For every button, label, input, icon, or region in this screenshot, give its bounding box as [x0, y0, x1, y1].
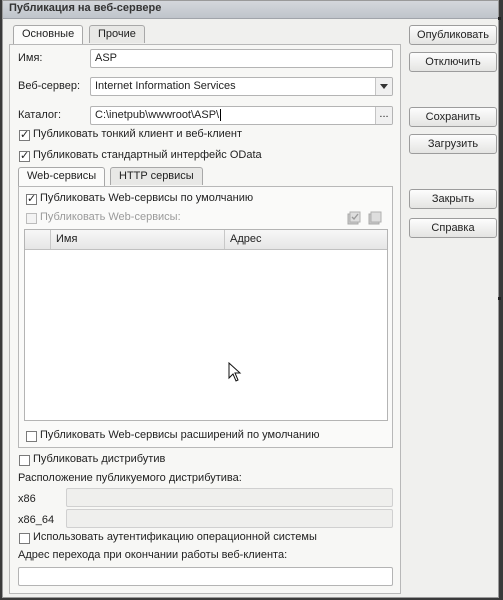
- name-input[interactable]: ASP: [90, 49, 393, 68]
- check-icon: ✓: [27, 192, 37, 205]
- window-title: Публикация на веб-сервере: [9, 2, 162, 14]
- x86-label: x86: [18, 493, 36, 505]
- tab-http-services-label: HTTP сервисы: [119, 170, 194, 182]
- catalog-value: C:\inetpub\wwwroot\ASP\: [95, 109, 220, 121]
- uncheck-all-icon[interactable]: [368, 211, 382, 225]
- default-publish-label: Публиковать Web-сервисы по умолчанию: [40, 192, 254, 204]
- check-icon: ✓: [20, 128, 30, 141]
- extensions-checkbox[interactable]: [26, 431, 37, 442]
- server-value: Internet Information Services: [95, 80, 236, 92]
- publish-services-label: Публиковать Web-сервисы:: [40, 211, 181, 223]
- table-header: Имя Адрес: [25, 230, 387, 250]
- redirect-label: Адрес перехода при окончании работы веб-…: [18, 549, 288, 561]
- extensions-label: Публиковать Web-сервисы расширений по ум…: [40, 429, 320, 441]
- publish-services-checkbox[interactable]: [26, 213, 37, 224]
- os-auth-checkbox[interactable]: [19, 533, 30, 544]
- tab-other[interactable]: Прочие: [89, 25, 145, 43]
- check-all-icon[interactable]: [347, 211, 361, 225]
- thin-client-checkbox[interactable]: ✓: [19, 128, 30, 141]
- x86-64-label: x86_64: [18, 514, 55, 526]
- text-caret: ​: [220, 109, 222, 121]
- distrib-label: Публиковать дистрибутив: [33, 453, 166, 465]
- web-services-table[interactable]: Имя Адрес: [24, 229, 388, 421]
- tab-main-label: Основные: [22, 28, 75, 40]
- close-button[interactable]: Закрыть: [409, 189, 497, 209]
- redirect-input[interactable]: [18, 567, 393, 586]
- tab-other-label: Прочие: [98, 28, 136, 40]
- publish-dialog: Публикация на веб-сервере Основные Прочи…: [2, 0, 501, 598]
- tab-web-services-label: Web-сервисы: [27, 170, 97, 182]
- x86-64-input[interactable]: [66, 509, 393, 528]
- tab-http-services[interactable]: HTTP сервисы: [110, 167, 203, 185]
- resize-grip-mid: [498, 297, 501, 300]
- default-publish-checkbox[interactable]: ✓: [26, 192, 37, 205]
- mouse-pointer-icon: [228, 362, 242, 382]
- publish-button[interactable]: Опубликовать: [409, 25, 497, 45]
- distrib-checkbox[interactable]: [19, 455, 30, 466]
- name-label: Имя:: [18, 52, 43, 64]
- name-value: ASP: [95, 52, 118, 64]
- server-label: Веб-сервер:: [18, 80, 81, 92]
- distrib-location-label: Расположение публикуемого дистрибутива:: [18, 472, 242, 484]
- check-icon: ✓: [20, 149, 30, 162]
- tab-main[interactable]: Основные: [13, 25, 84, 45]
- header-check-column: [25, 230, 51, 249]
- load-button[interactable]: Загрузить: [409, 134, 497, 154]
- os-auth-label: Использовать аутентификацию операционной…: [33, 531, 317, 543]
- thin-client-label: Публиковать тонкий клиент и веб-клиент: [33, 128, 243, 140]
- help-button[interactable]: Справка: [409, 218, 497, 238]
- header-name[interactable]: Имя: [51, 230, 225, 249]
- catalog-label: Каталог:: [18, 109, 62, 121]
- x86-input[interactable]: [66, 488, 393, 507]
- title-bar: Публикация на веб-сервере: [3, 1, 498, 19]
- server-select[interactable]: Internet Information Services: [90, 77, 393, 96]
- header-address[interactable]: Адрес: [225, 230, 387, 249]
- browse-button[interactable]: ...: [375, 107, 392, 124]
- save-button[interactable]: Сохранить: [409, 107, 497, 127]
- tab-web-services[interactable]: Web-сервисы: [18, 167, 106, 187]
- unpublish-button[interactable]: Отключить: [409, 52, 497, 72]
- odata-label: Публиковать стандартный интерфейс OData: [33, 149, 262, 161]
- catalog-input[interactable]: C:\inetpub\wwwroot\ASP\​ ...: [90, 106, 393, 125]
- odata-checkbox[interactable]: ✓: [19, 149, 30, 162]
- chevron-down-icon[interactable]: [375, 78, 392, 95]
- resize-grip: [498, 17, 501, 20]
